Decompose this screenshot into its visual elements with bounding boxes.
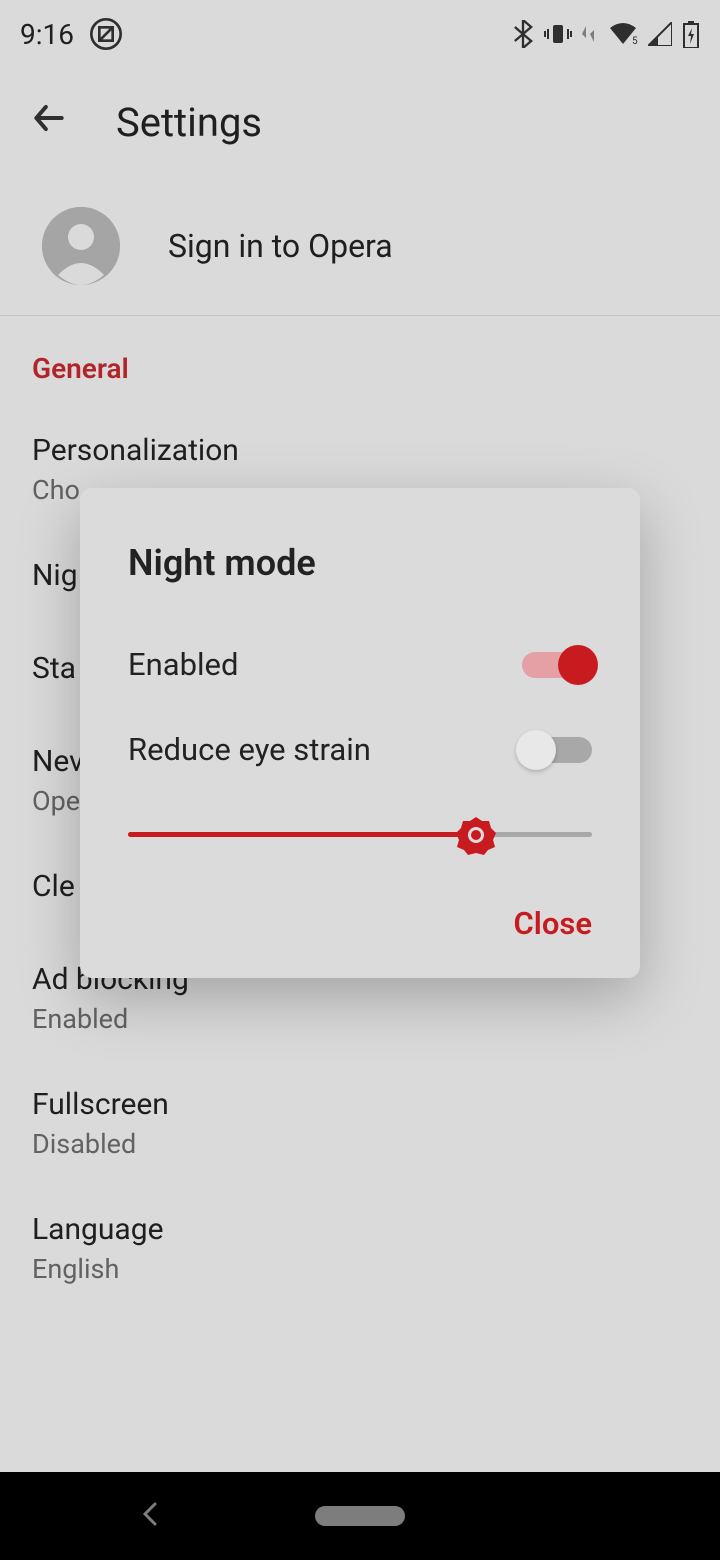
- enabled-label: Enabled: [128, 646, 238, 683]
- setting-title: Fullscreen: [32, 1087, 688, 1122]
- back-icon[interactable]: [30, 99, 68, 146]
- signin-label: Sign in to Opera: [168, 227, 393, 265]
- battery-icon: [682, 20, 700, 48]
- slider-track[interactable]: [128, 832, 592, 837]
- status-right: 5: [512, 20, 700, 48]
- setting-fullscreen[interactable]: Fullscreen Disabled: [0, 1061, 720, 1186]
- toggle-thumb: [516, 730, 556, 770]
- nav-back-icon[interactable]: [140, 1500, 160, 1533]
- bluetooth-icon: [512, 20, 534, 48]
- setting-sub: English: [32, 1253, 688, 1285]
- brightness-slider-row: [80, 792, 640, 877]
- close-button[interactable]: Close: [514, 905, 592, 942]
- setting-language[interactable]: Language English: [0, 1186, 720, 1311]
- section-general: General: [0, 316, 720, 407]
- page-title: Settings: [116, 99, 262, 146]
- signal-icon: [648, 22, 672, 46]
- slider-thumb[interactable]: [455, 814, 497, 856]
- app-notification-icon: [90, 18, 122, 50]
- avatar-icon: [42, 207, 120, 285]
- signin-row[interactable]: Sign in to Opera: [0, 176, 720, 316]
- status-time: 9:16: [20, 18, 74, 51]
- vibrate-icon: [544, 22, 572, 46]
- status-bar: 9:16 5: [0, 0, 720, 68]
- data-icon: [582, 22, 598, 46]
- dialog-actions: Close: [80, 877, 640, 958]
- reduce-label: Reduce eye strain: [128, 731, 371, 768]
- svg-text:5: 5: [632, 36, 638, 46]
- reduce-row[interactable]: Reduce eye strain: [80, 707, 640, 792]
- night-mode-dialog: Night mode Enabled Reduce eye strain Clo…: [80, 488, 640, 978]
- setting-title: Language: [32, 1212, 688, 1247]
- setting-sub: Enabled: [32, 1003, 688, 1035]
- nav-home-pill[interactable]: [315, 1506, 405, 1526]
- setting-title: Personalization: [32, 433, 688, 468]
- slider-fill: [128, 832, 476, 837]
- status-left: 9:16: [20, 18, 122, 51]
- toggle-thumb: [558, 645, 598, 685]
- nav-bar: [0, 1472, 720, 1560]
- wifi-icon: 5: [608, 22, 638, 46]
- setting-sub: Disabled: [32, 1128, 688, 1160]
- enabled-toggle[interactable]: [522, 652, 592, 678]
- enabled-row[interactable]: Enabled: [80, 622, 640, 707]
- reduce-toggle[interactable]: [522, 737, 592, 763]
- dialog-title: Night mode: [80, 528, 640, 622]
- app-header: Settings: [0, 68, 720, 176]
